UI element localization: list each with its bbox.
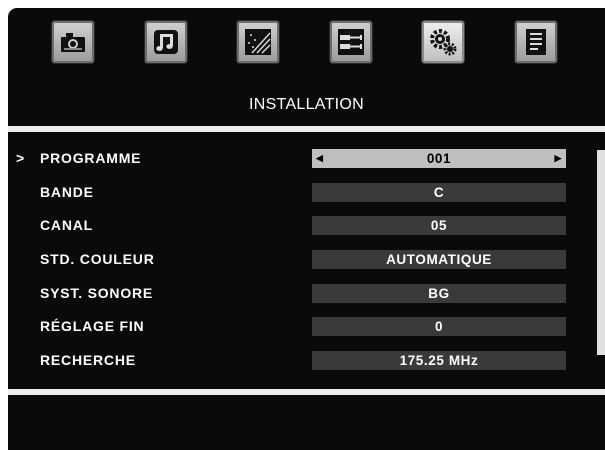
setting-value: 0 [434, 319, 444, 334]
setting-label: CANAL [40, 217, 93, 233]
info-menu-tab[interactable] [515, 21, 557, 63]
setting-value: BG [428, 286, 450, 301]
top-divider [8, 126, 605, 132]
setting-value: 05 [430, 218, 448, 233]
document-icon [526, 29, 546, 55]
setting-row-reglage-fin[interactable]: RÉGLAGE FIN 0 [8, 317, 605, 339]
feature-menu-tab[interactable] [237, 21, 279, 63]
setting-label: RÉGLAGE FIN [40, 318, 145, 334]
setting-value: C [433, 185, 445, 200]
setting-value-bar[interactable]: AUTOMATIQUE [312, 250, 566, 269]
setting-value: 175.25 MHz [399, 353, 479, 368]
setting-value-bar[interactable]: ◀ 001 ▶ [312, 149, 566, 168]
left-arrow-icon[interactable]: ◀ [316, 149, 324, 168]
setting-row-syst-sonore[interactable]: SYST. SONORE BG [8, 284, 605, 306]
setting-row-canal[interactable]: CANAL 05 [8, 216, 605, 238]
setting-value-bar[interactable]: C [312, 183, 566, 202]
setting-value-bar[interactable]: 05 [312, 216, 566, 235]
tv-osd-menu: INSTALLATION > PROGRAMME ◀ 001 ▶ BANDE C… [8, 8, 605, 450]
setting-row-programme[interactable]: > PROGRAMME ◀ 001 ▶ [8, 149, 605, 171]
setting-row-std-couleur[interactable]: STD. COULEUR AUTOMATIQUE [8, 250, 605, 272]
sparkle-picture-icon [245, 29, 271, 55]
setting-label: RECHERCHE [40, 352, 136, 368]
scrollbar[interactable] [597, 150, 605, 355]
setting-value: 001 [426, 151, 452, 166]
setting-label: PROGRAMME [40, 150, 142, 166]
setting-value-bar[interactable]: 0 [312, 317, 566, 336]
setting-label: BANDE [40, 184, 94, 200]
setting-value: AUTOMATIQUE [386, 252, 492, 267]
setting-label: SYST. SONORE [40, 285, 154, 301]
menu-title: INSTALLATION [248, 96, 365, 113]
picture-menu-tab[interactable] [52, 21, 94, 63]
setup-menu-tab[interactable] [422, 21, 464, 63]
right-arrow-icon[interactable]: ▶ [554, 149, 562, 168]
selection-cursor: > [16, 150, 25, 166]
camera-icon [61, 33, 85, 52]
setting-row-recherche[interactable]: RECHERCHE 175.25 MHz [8, 351, 605, 373]
bottom-divider [8, 389, 605, 395]
music-note-icon [154, 30, 178, 54]
setting-row-bande[interactable]: BANDE C [8, 183, 605, 205]
setting-label: STD. COULEUR [40, 251, 155, 267]
setting-value-bar[interactable]: 175.25 MHz [312, 351, 566, 370]
gears-icon [430, 29, 457, 56]
setting-value-bar[interactable]: BG [312, 284, 566, 303]
source-menu-tab[interactable] [330, 21, 372, 63]
sound-menu-tab[interactable] [145, 21, 187, 63]
connectors-icon [338, 29, 364, 55]
